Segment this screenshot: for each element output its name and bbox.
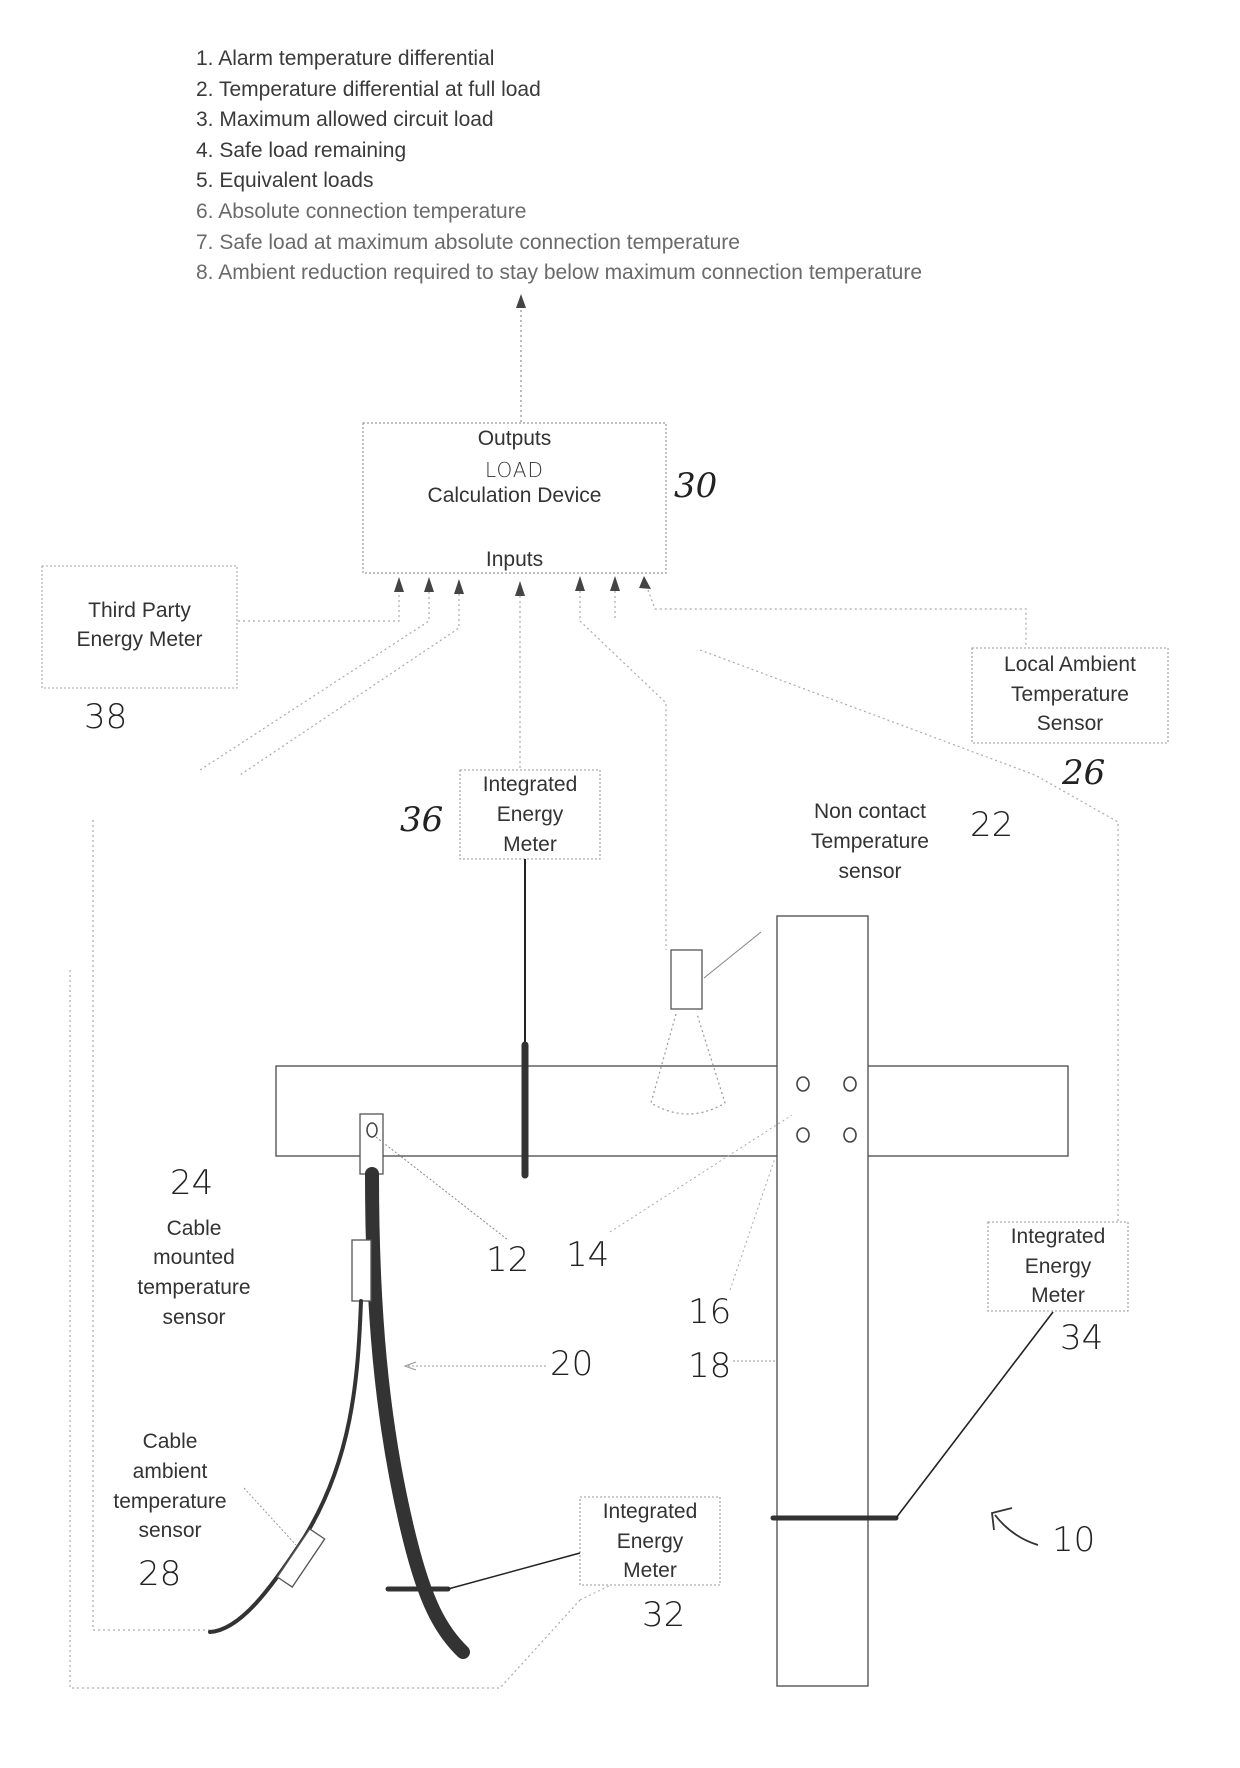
connection-leader bbox=[609, 1114, 793, 1233]
non-contact-line3: sensor bbox=[838, 860, 902, 883]
meter-32-lead bbox=[447, 1552, 581, 1590]
input-arrowheads bbox=[394, 576, 651, 596]
calc-device-title: Calculation Device bbox=[427, 484, 602, 507]
lug-leader bbox=[375, 1136, 509, 1241]
horizontal-busbar bbox=[275, 1065, 1069, 1157]
local-ambient-line1: Local Ambient bbox=[1004, 653, 1136, 676]
output-arrowhead-icon bbox=[516, 294, 526, 308]
meter-34-lead bbox=[895, 1311, 1054, 1519]
main-cable bbox=[365, 1167, 470, 1659]
cable-ambient-line3: temperature bbox=[113, 1490, 227, 1513]
bolt-leader bbox=[729, 1157, 776, 1291]
local-ambient-line3: Sensor bbox=[1036, 712, 1104, 735]
input-arrowhead-icon bbox=[454, 579, 464, 594]
system-arrowhead-icon bbox=[991, 1507, 1013, 1531]
output-item: 1. Alarm temperature differential bbox=[196, 47, 495, 70]
ref-18: 18 bbox=[688, 1346, 732, 1386]
link-third-party-meter bbox=[238, 592, 400, 622]
ref-22: 22 bbox=[970, 805, 1014, 845]
ref-24: 24 bbox=[170, 1163, 214, 1203]
output-item: 8. Ambient reduction required to stay be… bbox=[196, 261, 923, 285]
cable-mounted-line3: temperature bbox=[137, 1276, 251, 1299]
calc-device-outputs-label: Outputs bbox=[477, 427, 552, 450]
ref-20: 20 bbox=[550, 1344, 594, 1384]
output-item: 3. Maximum allowed circuit load bbox=[196, 108, 494, 132]
meter-34-line3: Meter bbox=[1031, 1284, 1085, 1307]
non-contact-sensor-body bbox=[670, 949, 703, 1010]
third-party-meter-line2: Energy Meter bbox=[76, 628, 203, 651]
vertical-busbar bbox=[776, 915, 869, 1687]
non-contact-line2: Temperature bbox=[811, 830, 929, 853]
meter-32-line2: Energy bbox=[616, 1530, 684, 1553]
non-contact-line1: Non contact bbox=[813, 800, 927, 823]
ref-34: 34 bbox=[1060, 1318, 1104, 1358]
meter-34-line2: Energy bbox=[1024, 1255, 1092, 1278]
meter-34-line1: Integrated bbox=[1010, 1225, 1106, 1248]
local-ambient-line2: Temperature bbox=[1011, 683, 1129, 706]
ref-10: 10 bbox=[1052, 1520, 1096, 1560]
meter-36-line3: Meter bbox=[503, 833, 557, 856]
output-item: 7. Safe load at maximum absolute connect… bbox=[196, 230, 740, 254]
input-arrowhead-icon bbox=[610, 576, 620, 591]
non-contact-sensor-leader bbox=[703, 931, 762, 979]
input-arrowhead-icon bbox=[575, 576, 585, 591]
non-contact-sensor-cone bbox=[650, 1013, 726, 1115]
cable-ambient-sensor-body bbox=[276, 1528, 326, 1588]
output-item: 2. Temperature differential at full load bbox=[196, 77, 541, 101]
system-arrow-icon bbox=[994, 1514, 1039, 1546]
input-arrowhead-icon bbox=[424, 577, 434, 592]
third-party-meter-line1: Third Party bbox=[88, 599, 191, 622]
cable-mounted-line1: Cable bbox=[166, 1217, 222, 1240]
cable-leader-arrowhead-icon bbox=[403, 1361, 417, 1371]
output-item: 6. Absolute connection temperature bbox=[196, 199, 527, 223]
outputs-list: 1. Alarm temperature differential 2. Tem… bbox=[196, 44, 922, 289]
ref-16: 16 bbox=[688, 1292, 732, 1332]
input-arrowhead-icon bbox=[394, 577, 404, 592]
meter-32-route bbox=[579, 1585, 610, 1601]
meter-36-line1: Integrated bbox=[482, 773, 578, 796]
cable-ambient-leader bbox=[243, 1487, 297, 1546]
cable-ambient-line4: sensor bbox=[138, 1519, 202, 1542]
meter-32-line3: Meter bbox=[623, 1559, 677, 1582]
input-arrowhead-icon bbox=[515, 581, 525, 596]
output-item: 5. Equivalent loads bbox=[196, 169, 374, 193]
meter-32-line1: Integrated bbox=[602, 1500, 698, 1523]
meter-36-line2: Energy bbox=[496, 803, 564, 826]
link-local-ambient-sensor bbox=[647, 589, 1027, 647]
ref-32: 32 bbox=[642, 1595, 686, 1635]
calc-device-inputs-label: Inputs bbox=[485, 548, 544, 571]
input-arrowhead-icon bbox=[639, 576, 651, 589]
ref-38: 38 bbox=[84, 697, 128, 737]
ref-36: 36 bbox=[400, 800, 444, 840]
ref-26: 26 bbox=[1062, 753, 1106, 793]
cable-mounted-line2: mounted bbox=[153, 1246, 235, 1269]
cable-mounted-sensor-body bbox=[351, 1239, 372, 1302]
ref-14: 14 bbox=[566, 1235, 610, 1275]
cable-ambient-line2: ambient bbox=[132, 1460, 208, 1483]
output-item: 4. Safe load remaining bbox=[196, 138, 407, 162]
ref-28: 28 bbox=[138, 1554, 182, 1594]
ref-30: 30 bbox=[674, 466, 718, 506]
ref-12: 12 bbox=[486, 1240, 530, 1280]
cable-mounted-line4: sensor bbox=[162, 1306, 226, 1329]
cable-ambient-line1: Cable bbox=[142, 1430, 198, 1453]
